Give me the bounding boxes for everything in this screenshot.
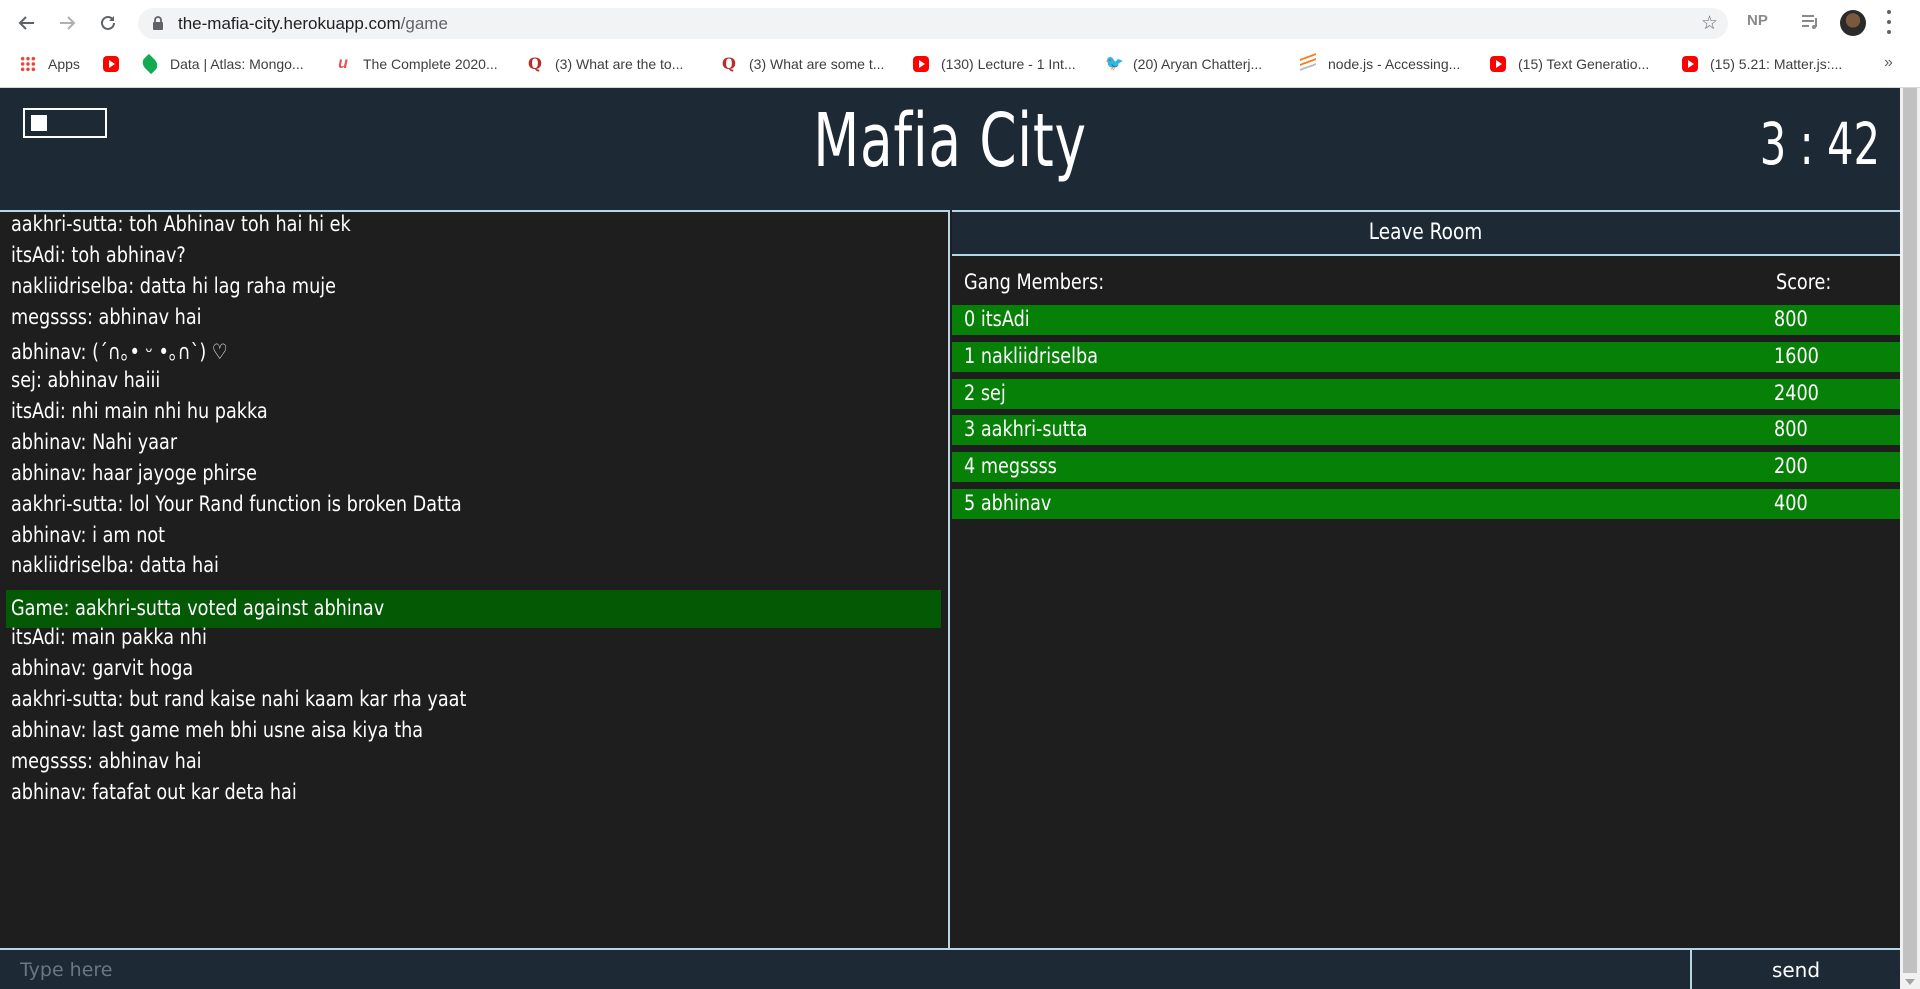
chat-message: abhinav: haar jayoge phirse: [11, 461, 257, 485]
twitter-icon: 🐦: [1105, 55, 1124, 72]
round-timer: 3 : 42: [1759, 110, 1880, 178]
quora-icon: Q: [528, 54, 542, 73]
extension-np-icon[interactable]: NP: [1747, 12, 1768, 29]
bookmark-youtube[interactable]: [103, 54, 131, 74]
page-title: Mafia City: [813, 98, 1087, 184]
quora-icon: Q: [722, 54, 736, 73]
leave-room-button[interactable]: Leave Room: [952, 212, 1900, 256]
chat-message: nakliidriselba: datta hi lag raha muje: [11, 274, 337, 298]
youtube-icon: [1682, 56, 1698, 72]
member-name: 5 abhinav: [964, 491, 1052, 515]
toggle-knob: [31, 115, 47, 131]
bookmark-quora-2[interactable]: Q (3) What are some t...: [721, 54, 884, 74]
page-scrollbar[interactable]: [1900, 88, 1920, 989]
member-score: 200: [1774, 454, 1808, 478]
bookmark-udemy[interactable]: u The Complete 2020...: [335, 54, 498, 74]
youtube-icon: [1490, 56, 1506, 72]
youtube-icon: [103, 56, 119, 72]
udemy-icon: u: [338, 55, 348, 72]
bookmark-youtube-matterjs[interactable]: (15) 5.21: Matter.js:...: [1682, 54, 1842, 74]
member-row[interactable]: 0 itsAdi 800: [952, 305, 1900, 335]
bookmark-youtube-textgen[interactable]: (15) Text Generatio...: [1490, 54, 1649, 74]
reload-icon[interactable]: [93, 8, 123, 38]
member-row[interactable]: 4 megssss 200: [952, 452, 1900, 482]
message-composer: send: [0, 948, 1900, 989]
mongodb-leaf-icon: [139, 53, 161, 75]
member-row[interactable]: 3 aakhri-sutta 800: [952, 415, 1900, 445]
member-score: 800: [1774, 307, 1808, 331]
chat-input[interactable]: [0, 950, 1690, 989]
chat-message: itsAdi: toh abhinav?: [11, 243, 186, 267]
profile-avatar[interactable]: [1840, 10, 1866, 36]
url-text: the-mafia-city.herokuapp.com/game: [178, 14, 448, 33]
address-bar[interactable]: the-mafia-city.herokuapp.com/game ☆: [138, 8, 1728, 39]
bookmark-stackoverflow[interactable]: node.js - Accessing...: [1300, 53, 1460, 75]
chat-message: sej: abhinav haiii: [11, 368, 161, 392]
member-name: 4 megssss: [964, 454, 1057, 478]
scroll-down-arrow-icon[interactable]: [1905, 979, 1915, 985]
member-row[interactable]: 5 abhinav 400: [952, 489, 1900, 519]
chat-message: aakhri-sutta: lol Your Rand function is …: [11, 492, 462, 516]
scrollbar-thumb[interactable]: [1903, 88, 1917, 973]
chat-message: nakliidriselba: datta hai: [11, 553, 219, 577]
member-row[interactable]: 1 nakliidriselba 1600: [952, 342, 1900, 372]
member-row[interactable]: 2 sej 2400: [952, 379, 1900, 409]
send-button[interactable]: send: [1690, 950, 1900, 989]
game-event-message: Game: aakhri-sutta voted against abhinav: [6, 590, 941, 628]
bookmark-youtube-lecture[interactable]: (130) Lecture - 1 Int...: [913, 54, 1076, 74]
gang-members-heading: Gang Members:: [964, 270, 1105, 294]
member-score: 1600: [1774, 344, 1819, 368]
apps-icon: [20, 56, 36, 72]
youtube-icon: [913, 56, 929, 72]
forward-icon[interactable]: [52, 8, 82, 38]
back-icon[interactable]: [12, 8, 42, 38]
member-name: 3 aakhri-sutta: [964, 417, 1088, 441]
bookmark-quora-1[interactable]: Q (3) What are the to...: [527, 54, 683, 74]
bookmark-star-icon[interactable]: ☆: [1701, 12, 1718, 35]
chat-log[interactable]: aakhri-sutta: toh Abhinav toh hai hi ek …: [0, 210, 950, 948]
game-header: Mafia City 3 : 42: [0, 88, 1900, 210]
chat-message: abhinav: last game meh bhi usne aisa kiy…: [11, 718, 424, 742]
bookmark-apps[interactable]: Apps: [20, 54, 80, 74]
chat-message: itsAdi: nhi main nhi hu pakka: [11, 399, 268, 423]
browser-menu-icon[interactable]: [1886, 10, 1892, 34]
score-heading: Score:: [1776, 270, 1832, 294]
chat-message: megssss: abhinav hai: [11, 749, 202, 773]
chat-message: abhinav: (´∩｡• ᵕ •｡∩`) ♡: [11, 340, 228, 364]
member-name: 2 sej: [964, 381, 1006, 405]
chat-message: abhinav: i am not: [11, 523, 166, 547]
leave-room-label: Leave Room: [1369, 220, 1483, 245]
member-name: 0 itsAdi: [964, 307, 1030, 331]
bookmark-twitter[interactable]: 🐦 (20) Aryan Chatterj...: [1105, 54, 1262, 74]
theme-toggle[interactable]: [23, 108, 107, 138]
member-score: 400: [1774, 491, 1808, 515]
browser-toolbar: the-mafia-city.herokuapp.com/game ☆ NP: [0, 0, 1920, 46]
chat-message: itsAdi: main pakka nhi: [11, 625, 207, 649]
chat-message: abhinav: Nahi yaar: [11, 430, 178, 454]
chat-message: aakhri-sutta: but rand kaise nahi kaam k…: [11, 687, 467, 711]
media-control-icon[interactable]: [1800, 12, 1820, 37]
chat-message: abhinav: garvit hoga: [11, 656, 194, 680]
chat-message: aakhri-sutta: toh Abhinav toh hai hi ek: [11, 212, 351, 236]
chat-message: abhinav: fatafat out kar deta hai: [11, 780, 297, 804]
more-bookmarks-icon[interactable]: »: [1884, 54, 1893, 72]
bookmarks-bar: Apps Data | Atlas: Mongo... u The Complet…: [0, 48, 1920, 80]
lock-icon: [152, 16, 164, 36]
bookmark-mongodb[interactable]: Data | Atlas: Mongo...: [139, 53, 304, 75]
chat-message: megssss: abhinav hai: [11, 305, 202, 329]
member-score: 2400: [1774, 381, 1819, 405]
stackoverflow-icon: [1300, 53, 1316, 75]
member-name: 1 nakliidriselba: [964, 344, 1099, 368]
game-event-text: Game: aakhri-sutta voted against abhinav: [11, 596, 385, 620]
room-panel: Leave Room Gang Members: Score: 0 itsAdi…: [952, 210, 1900, 948]
member-score: 800: [1774, 417, 1808, 441]
browser-chrome: the-mafia-city.herokuapp.com/game ☆ NP A…: [0, 0, 1920, 88]
